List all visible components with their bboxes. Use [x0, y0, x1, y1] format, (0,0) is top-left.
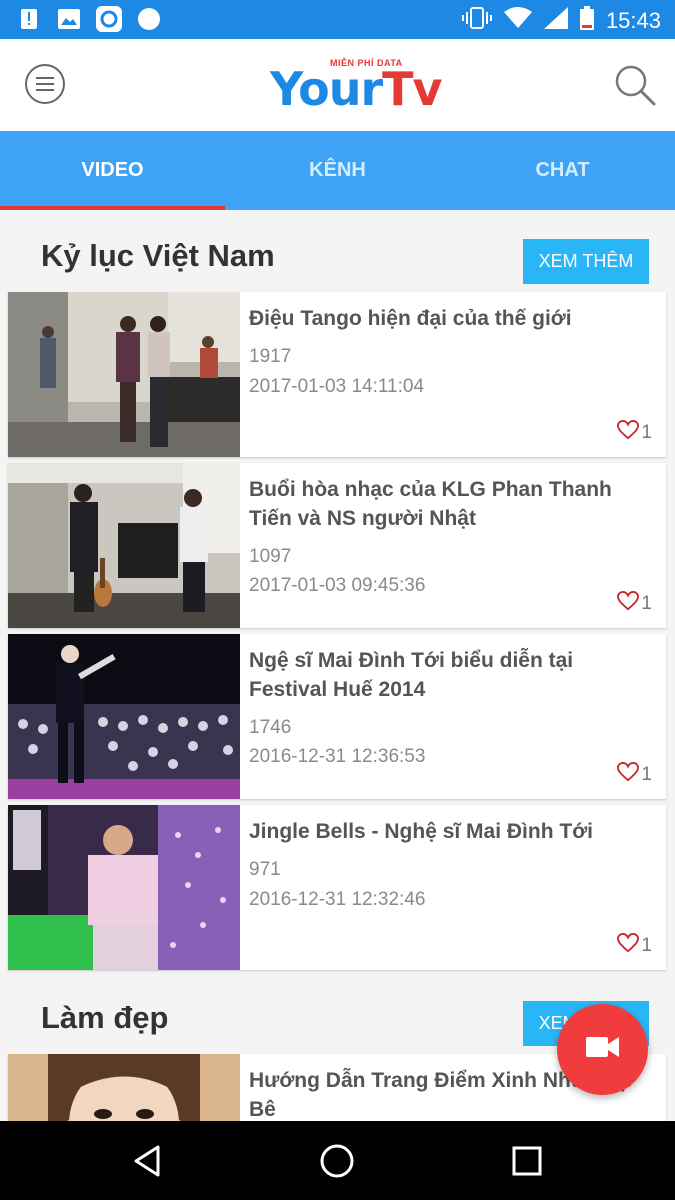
view-count: 971 — [249, 859, 281, 880]
video-card[interactable]: Điệu Tango hiện đại của thế giới 1917 20… — [8, 292, 666, 457]
circle-icon — [136, 6, 162, 32]
battery-icon — [579, 6, 594, 36]
image-icon — [56, 6, 82, 32]
like-counter[interactable]: 1 — [617, 932, 652, 959]
back-icon[interactable] — [128, 1141, 168, 1181]
tab-channel[interactable]: KÊNH — [225, 131, 450, 210]
wifi-icon — [503, 7, 532, 35]
status-bar: 15:43 — [0, 0, 675, 39]
record-video-button[interactable] — [557, 1004, 648, 1095]
system-nav-bar — [0, 1121, 675, 1200]
like-counter[interactable]: 1 — [617, 761, 652, 788]
recents-icon[interactable] — [507, 1141, 547, 1181]
section-title: Làm đẹp — [41, 1000, 169, 1035]
video-thumbnail[interactable] — [8, 292, 240, 457]
video-title[interactable]: Buổi hòa nhạc của KLG Phan Thanh Tiến và… — [249, 475, 654, 533]
view-count: 1917 — [249, 346, 292, 367]
video-thumbnail[interactable] — [8, 463, 240, 628]
video-title[interactable]: Điệu Tango hiện đại của thế giới — [249, 304, 654, 333]
video-thumbnail[interactable] — [8, 634, 240, 799]
video-card[interactable]: Jingle Bells - Nghệ sĩ Mai Đình Tới 971 … — [8, 805, 666, 970]
tab-video[interactable]: VIDEO — [0, 131, 225, 210]
video-thumbnail[interactable] — [8, 805, 240, 970]
view-count: 1097 — [249, 546, 292, 567]
tab-chat[interactable]: CHAT — [450, 131, 675, 210]
vibrate-icon — [461, 7, 492, 35]
like-count: 1 — [641, 935, 652, 956]
app-icon — [96, 6, 122, 32]
search-icon[interactable] — [613, 63, 657, 107]
video-title[interactable]: Jingle Bells - Nghệ sĩ Mai Đình Tới — [249, 817, 654, 846]
app-logo: MIỄN PHÍ DATA YourTv — [270, 53, 450, 115]
menu-icon[interactable] — [25, 64, 65, 104]
upload-date: 2016-12-31 12:32:46 — [249, 889, 426, 910]
video-title[interactable]: Ngệ sĩ Mai Đình Tới biểu diễn tại Festiv… — [249, 646, 654, 704]
alert-icon — [16, 6, 42, 32]
like-count: 1 — [641, 764, 652, 785]
clock: 15:43 — [605, 8, 661, 33]
upload-date: 2017-01-03 14:11:04 — [249, 376, 425, 397]
logo-wordmark: YourTv — [270, 62, 443, 116]
heart-icon[interactable] — [617, 761, 640, 788]
video-feed[interactable]: Kỷ lục Việt Nam XEM THÊM Điệu Tango hiện… — [0, 210, 675, 1121]
upload-date: 2016-12-31 12:36:53 — [249, 746, 426, 767]
video-camera-icon — [585, 1035, 620, 1064]
like-counter[interactable]: 1 — [617, 419, 652, 446]
signal-icon — [543, 7, 568, 35]
view-count: 1746 — [249, 717, 292, 738]
app-bar: MIỄN PHÍ DATA YourTv — [0, 39, 675, 131]
video-thumbnail[interactable] — [8, 1054, 240, 1121]
like-count: 1 — [641, 422, 652, 443]
tab-bar: VIDEO KÊNH CHAT — [0, 131, 675, 210]
video-card[interactable]: Ngệ sĩ Mai Đình Tới biểu diễn tại Festiv… — [8, 634, 666, 799]
section-title: Kỷ lục Việt Nam — [41, 238, 275, 273]
section-header: Kỷ lục Việt Nam XEM THÊM — [0, 210, 675, 290]
home-icon[interactable] — [317, 1141, 357, 1181]
heart-icon[interactable] — [617, 590, 640, 617]
see-more-button[interactable]: XEM THÊM — [523, 239, 649, 284]
heart-icon[interactable] — [617, 419, 640, 446]
like-count: 1 — [641, 593, 652, 614]
upload-date: 2017-01-03 09:45:36 — [249, 575, 426, 596]
like-counter[interactable]: 1 — [617, 590, 652, 617]
heart-icon[interactable] — [617, 932, 640, 959]
video-card[interactable]: Buổi hòa nhạc của KLG Phan Thanh Tiến và… — [8, 463, 666, 628]
